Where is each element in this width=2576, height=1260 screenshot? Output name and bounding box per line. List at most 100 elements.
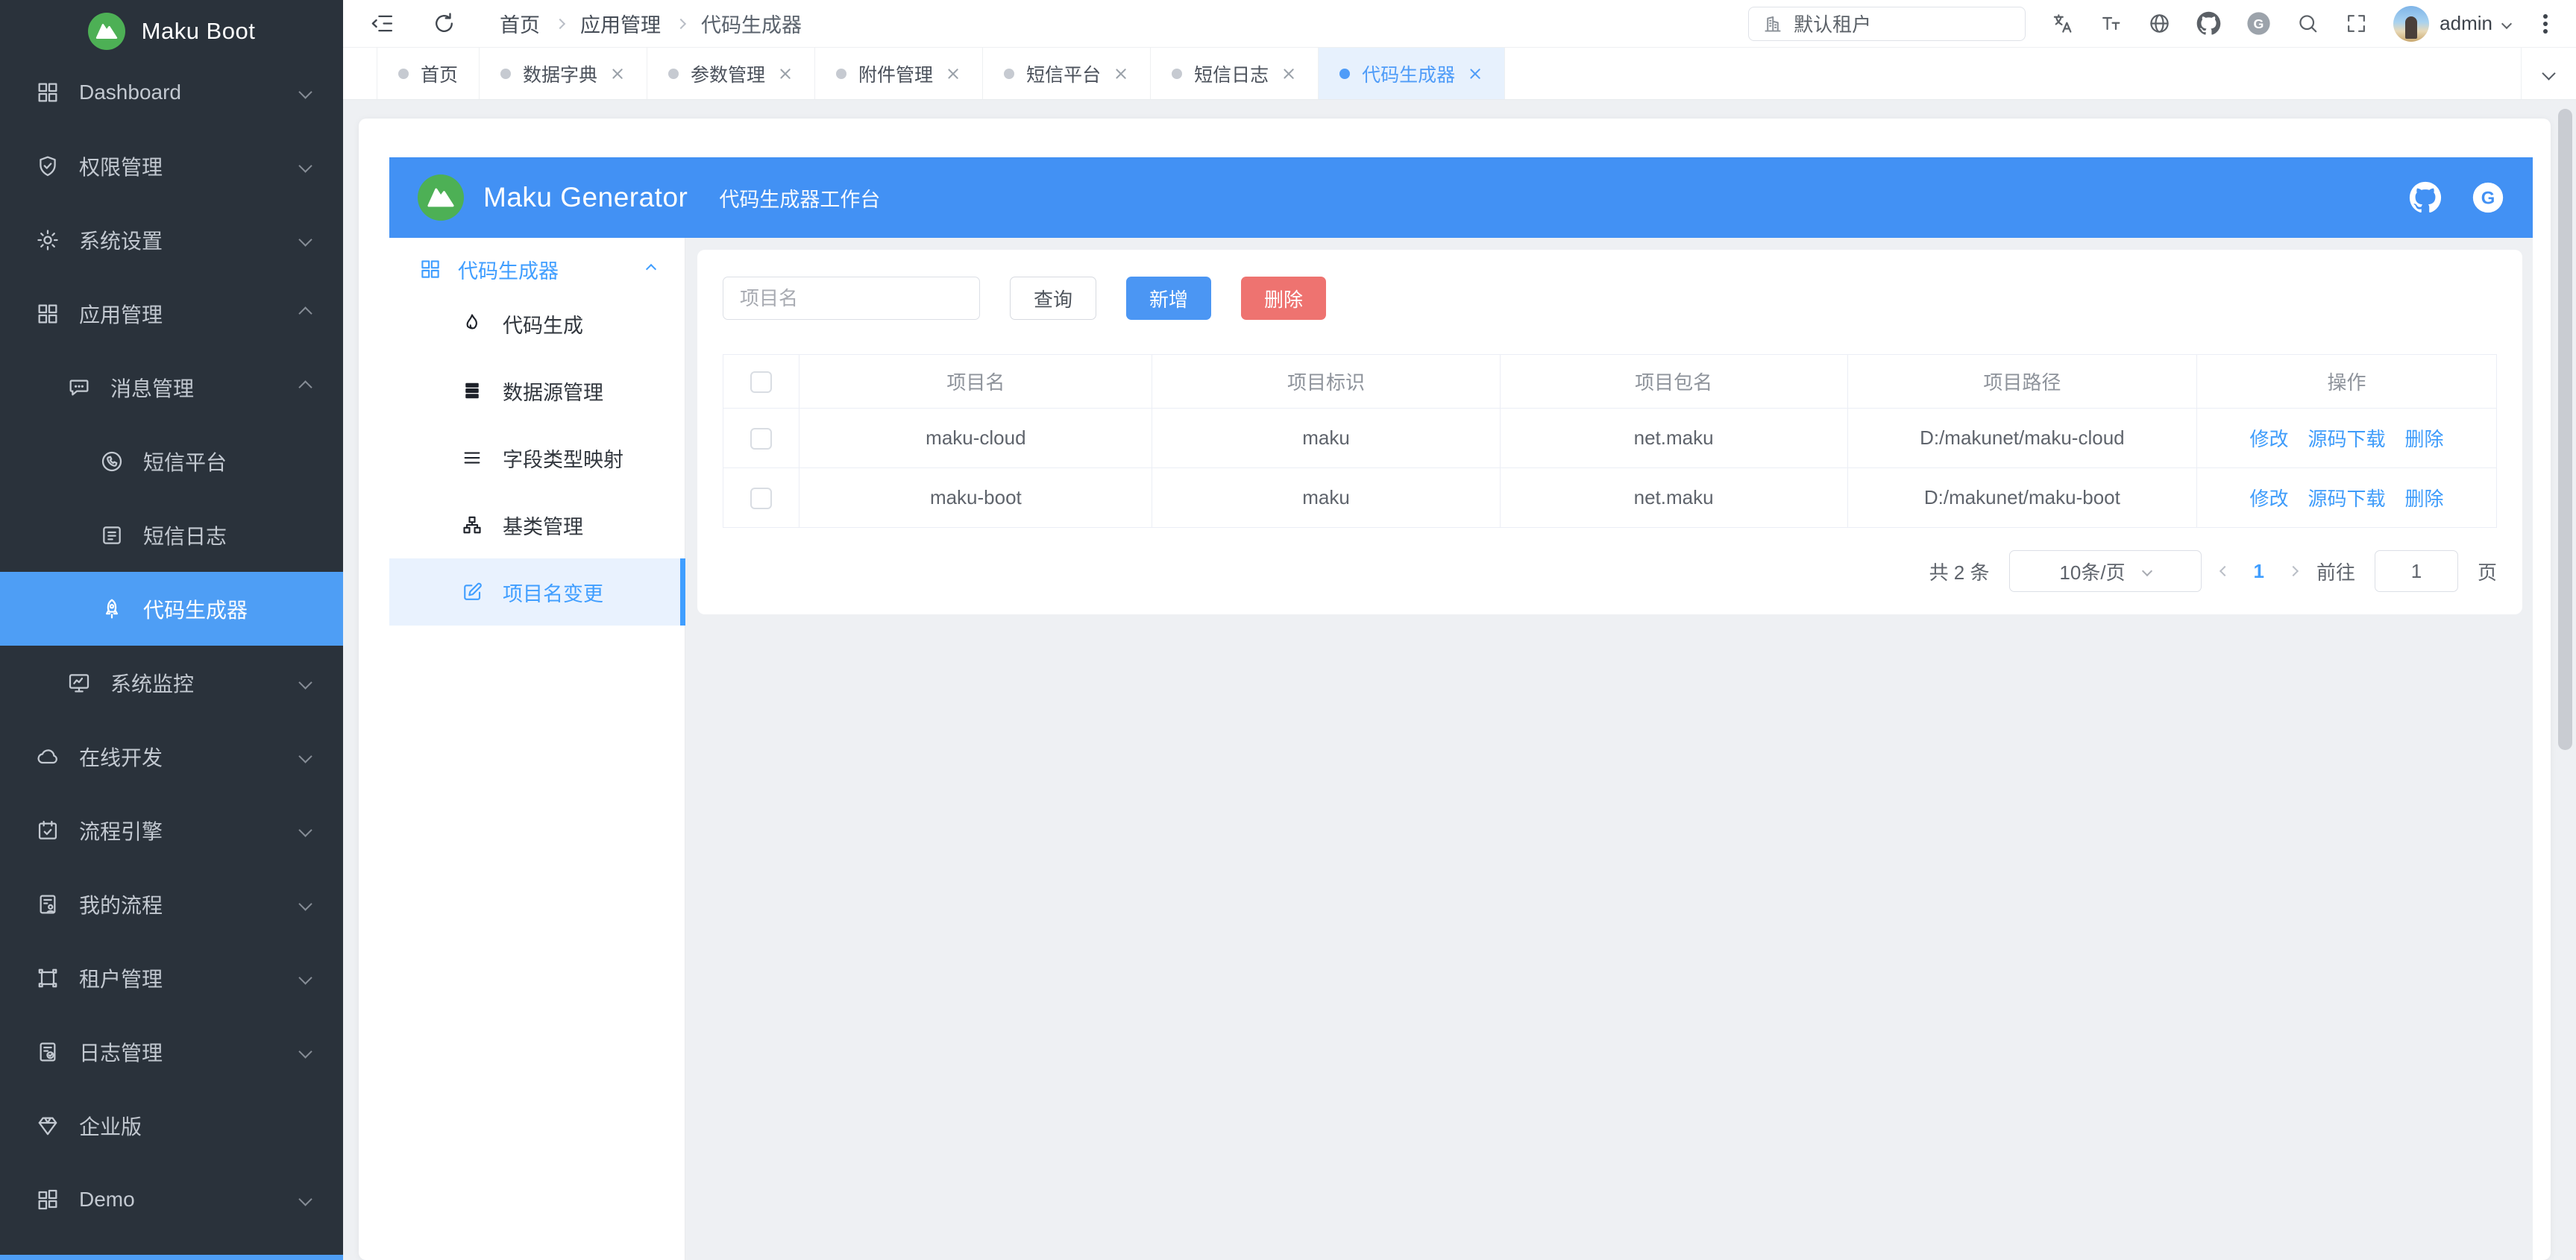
cell-project-package: net.maku <box>1500 468 1847 528</box>
github-icon[interactable] <box>2409 181 2442 214</box>
chevron-down-icon <box>298 823 312 837</box>
tab-data-dictionary[interactable]: 数据字典 <box>480 48 647 99</box>
main-column: 首页 应用管理 代码生成器 默认租户 G <box>343 0 2576 1260</box>
generator-main: 查询 新增 删除 项目名 项目标识 <box>685 238 2533 1260</box>
select-all-checkbox[interactable] <box>750 371 772 393</box>
search-icon[interactable] <box>2296 12 2319 35</box>
column-actions: 操作 <box>2197 355 2497 409</box>
vertical-scrollbar[interactable] <box>2558 109 2572 750</box>
gitee-icon[interactable]: G <box>2246 11 2271 36</box>
prev-page-icon[interactable] <box>2219 566 2229 576</box>
sidebar-item-code-generator[interactable]: 代码生成器 <box>0 572 343 646</box>
avatar <box>2393 6 2429 42</box>
document-check-icon <box>36 1040 60 1064</box>
sidebar-item-system-monitor[interactable]: 系统监控 <box>0 646 343 719</box>
github-icon[interactable] <box>2196 11 2221 36</box>
sidebar-item-sms-log[interactable]: 短信日志 <box>0 498 343 572</box>
close-icon[interactable] <box>1113 66 1129 82</box>
cell-project-package: net.maku <box>1500 409 1847 468</box>
source-download-link[interactable]: 源码下载 <box>2308 428 2386 450</box>
breadcrumb-app-management[interactable]: 应用管理 <box>580 9 661 38</box>
sidebar-item-app-management[interactable]: 应用管理 <box>0 277 343 350</box>
more-options-icon[interactable] <box>2543 22 2548 26</box>
menu-item-field-type-mapping[interactable]: 字段类型映射 <box>389 424 685 491</box>
svg-text:G: G <box>2481 188 2495 208</box>
menu-item-datasource-management[interactable]: 数据源管理 <box>389 357 685 424</box>
tab-home[interactable]: 首页 <box>377 48 480 99</box>
top-header: 首页 应用管理 代码生成器 默认租户 G <box>343 0 2576 48</box>
tab-list-dropdown[interactable] <box>2521 48 2576 99</box>
project-name-input[interactable] <box>723 277 980 320</box>
sidebar-item-log-management[interactable]: 日志管理 <box>0 1015 343 1089</box>
font-size-icon[interactable] <box>2099 12 2123 35</box>
gitee-icon[interactable]: G <box>2472 181 2504 214</box>
source-download-link[interactable]: 源码下载 <box>2308 488 2386 510</box>
generator-menu-header[interactable]: 代码生成器 <box>389 248 685 290</box>
project-table: 项目名 项目标识 项目包名 项目路径 操作 <box>723 354 2497 528</box>
delete-button[interactable]: 删除 <box>1241 277 1326 320</box>
sidebar-item-my-workflow[interactable]: 我的流程 <box>0 867 343 941</box>
menu-item-base-class-management[interactable]: 基类管理 <box>389 491 685 558</box>
add-button[interactable]: 新增 <box>1126 277 1211 320</box>
menu-item-code-generation[interactable]: 代码生成 <box>389 290 685 357</box>
fullscreen-icon[interactable] <box>2345 12 2368 35</box>
sidebar-item-workflow-engine[interactable]: 流程引擎 <box>0 793 343 867</box>
close-icon[interactable] <box>1281 66 1297 82</box>
globe-icon[interactable] <box>2148 12 2171 35</box>
edit-link[interactable]: 修改 <box>2250 488 2289 510</box>
chevron-down-icon <box>298 897 312 910</box>
goto-label: 前往 <box>2316 558 2355 585</box>
generator-menu: 代码生成器 代码生成 数据源管理 字段类 <box>389 238 685 1260</box>
delete-link[interactable]: 删除 <box>2405 428 2444 450</box>
close-icon[interactable] <box>1467 66 1483 82</box>
sidebar-item-sms-platform[interactable]: 短信平台 <box>0 424 343 498</box>
delete-link[interactable]: 删除 <box>2405 488 2444 510</box>
current-page[interactable]: 1 <box>2254 560 2264 583</box>
tab-parameter-management[interactable]: 参数管理 <box>647 48 815 99</box>
close-icon[interactable] <box>777 66 794 82</box>
sitemap-icon <box>461 514 483 536</box>
banner-links: G <box>2409 181 2504 214</box>
sidebar-item-system-settings[interactable]: 系统设置 <box>0 203 343 277</box>
translate-icon[interactable] <box>2051 12 2074 35</box>
tenant-select[interactable]: 默认租户 <box>1748 7 2026 41</box>
generator-body: 代码生成器 代码生成 数据源管理 字段类 <box>389 238 2533 1260</box>
chevron-down-icon <box>298 85 312 98</box>
page-size-select[interactable]: 10条/页 <box>2009 550 2202 592</box>
edit-link[interactable]: 修改 <box>2250 428 2289 450</box>
sidebar-item-permissions[interactable]: 权限管理 <box>0 129 343 203</box>
sidebar-item-tenant-management[interactable]: 租户管理 <box>0 941 343 1015</box>
refresh-icon[interactable] <box>432 11 456 36</box>
generator-banner: Maku Generator 代码生成器工作台 G <box>389 157 2533 238</box>
tab-dot-icon <box>836 69 846 79</box>
sidebar-item-online-dev[interactable]: 在线开发 <box>0 719 343 793</box>
content-card: Maku Generator 代码生成器工作台 G 代码生成器 <box>359 119 2551 1260</box>
collapse-sidebar-icon[interactable] <box>370 11 395 36</box>
svg-text:G: G <box>2254 16 2264 31</box>
sidebar-item-dashboard[interactable]: Dashboard <box>0 55 343 129</box>
row-checkbox[interactable] <box>750 488 772 509</box>
user-menu[interactable]: admin <box>2393 6 2510 42</box>
row-checkbox[interactable] <box>750 428 772 450</box>
cell-project-code: maku <box>1152 468 1500 528</box>
app-logo-row[interactable]: Maku Boot <box>0 0 343 55</box>
cell-project-path: D:/makunet/maku-cloud <box>1847 409 2196 468</box>
close-icon[interactable] <box>609 66 626 82</box>
menu-item-project-rename[interactable]: 项目名变更 <box>389 558 685 626</box>
chat-icon <box>67 376 91 400</box>
column-project-code: 项目标识 <box>1152 355 1500 409</box>
breadcrumb-current: 代码生成器 <box>701 9 802 38</box>
sidebar-item-message-management[interactable]: 消息管理 <box>0 350 343 424</box>
close-icon[interactable] <box>945 66 961 82</box>
next-page-icon[interactable] <box>2288 566 2299 576</box>
goto-page-input[interactable] <box>2375 550 2458 592</box>
query-button[interactable]: 查询 <box>1010 277 1096 320</box>
tab-attachment-management[interactable]: 附件管理 <box>815 48 983 99</box>
sidebar-item-demo[interactable]: Demo <box>0 1162 343 1236</box>
breadcrumb-home[interactable]: 首页 <box>500 9 540 38</box>
sidebar-item-enterprise[interactable]: 企业版 <box>0 1089 343 1162</box>
calendar-check-icon <box>36 819 60 842</box>
tab-sms-log[interactable]: 短信日志 <box>1151 48 1319 99</box>
tab-code-generator[interactable]: 代码生成器 <box>1319 48 1505 99</box>
tab-sms-platform[interactable]: 短信平台 <box>983 48 1151 99</box>
